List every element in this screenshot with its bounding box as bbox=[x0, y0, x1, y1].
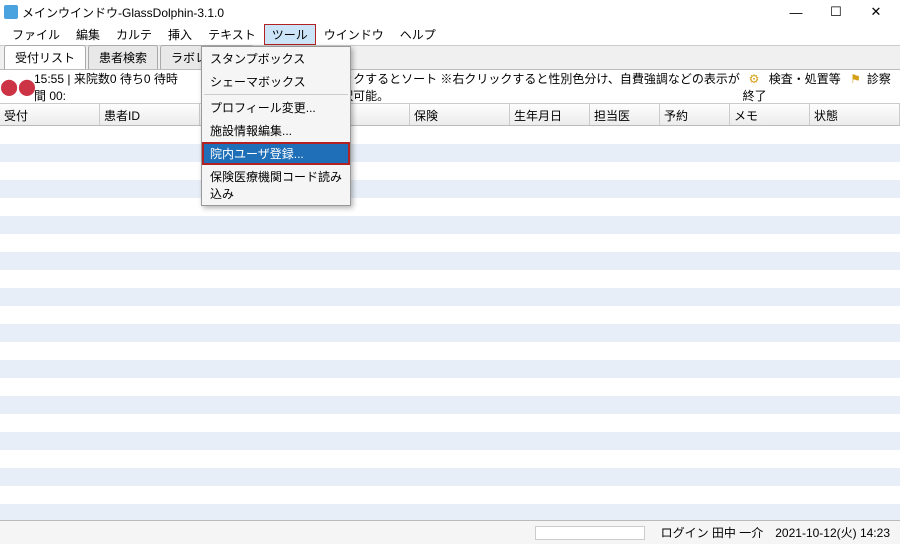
th-insurance[interactable]: 保険 bbox=[410, 104, 510, 125]
table-row[interactable] bbox=[0, 198, 900, 216]
flag-icon: ⚑ bbox=[850, 72, 861, 86]
dd-profile[interactable]: プロフィール変更... bbox=[202, 96, 350, 119]
tab-reception[interactable]: 受付リスト bbox=[4, 45, 86, 69]
table-row[interactable] bbox=[0, 378, 900, 396]
table-row[interactable] bbox=[0, 234, 900, 252]
menu-window[interactable]: ウインドウ bbox=[316, 24, 392, 45]
table-row[interactable] bbox=[0, 126, 900, 144]
table-body bbox=[0, 126, 900, 520]
close-button[interactable]: ✕ bbox=[856, 0, 896, 24]
th-doctor[interactable]: 担当医 bbox=[590, 104, 660, 125]
th-reception[interactable]: 受付 bbox=[0, 104, 100, 125]
dd-stampbox[interactable]: スタンプボックス bbox=[202, 47, 350, 70]
dd-schemabox[interactable]: シェーマボックス bbox=[202, 70, 350, 93]
dd-insurance-code[interactable]: 保険医療機関コード読み込み bbox=[202, 165, 350, 205]
menu-edit[interactable]: 編集 bbox=[68, 24, 108, 45]
minimize-button[interactable]: — bbox=[776, 0, 816, 24]
menu-insert[interactable]: 挿入 bbox=[160, 24, 200, 45]
toolbar: ⬤⬤ 15:55 | 来院数0 待ち0 待時間 00: リックするとソート ※右… bbox=[0, 70, 900, 104]
table-row[interactable] bbox=[0, 486, 900, 504]
th-dob[interactable]: 生年月日 bbox=[510, 104, 590, 125]
gear-icon: ⚙ bbox=[749, 72, 760, 86]
status-login: ログイン 田中 一介 bbox=[661, 524, 764, 541]
table-row[interactable] bbox=[0, 216, 900, 234]
toolbar-actions: ⚙ 検査・処置等 ⚑診察終了 bbox=[743, 70, 894, 104]
menu-help[interactable]: ヘルプ bbox=[392, 24, 444, 45]
tool-dropdown: スタンプボックス シェーマボックス プロフィール変更... 施設情報編集... … bbox=[201, 46, 351, 206]
table-row[interactable] bbox=[0, 144, 900, 162]
th-patient-id[interactable]: 患者ID bbox=[100, 104, 200, 125]
table-row[interactable] bbox=[0, 360, 900, 378]
status-blank bbox=[535, 526, 645, 540]
dd-userreg[interactable]: 院内ユーザ登録... bbox=[202, 142, 350, 165]
maximize-button[interactable]: ☐ bbox=[816, 0, 856, 24]
menu-text[interactable]: テキスト bbox=[200, 24, 264, 45]
table-row[interactable] bbox=[0, 342, 900, 360]
menu-file[interactable]: ファイル bbox=[4, 24, 68, 45]
table-row[interactable] bbox=[0, 504, 900, 520]
table-row[interactable] bbox=[0, 270, 900, 288]
table-row[interactable] bbox=[0, 414, 900, 432]
th-status[interactable]: 状態 bbox=[810, 104, 900, 125]
table-row[interactable] bbox=[0, 324, 900, 342]
app-icon bbox=[4, 5, 18, 19]
menu-karte[interactable]: カルテ bbox=[108, 24, 160, 45]
action-exam[interactable]: 検査・処置等 bbox=[769, 72, 841, 86]
tab-strip: 受付リスト 患者検索 ラボレシーバ bbox=[0, 46, 900, 70]
table-row[interactable] bbox=[0, 288, 900, 306]
th-reservation[interactable]: 予約 bbox=[660, 104, 730, 125]
title-bar: メインウインドウ-GlassDolphin-3.1.0 — ☐ ✕ bbox=[0, 0, 900, 24]
table-header: 受付 患者ID 来院時 保険 生年月日 担当医 予約 メモ 状態 bbox=[0, 104, 900, 126]
menu-bar: ファイル 編集 カルテ 挿入 テキスト ツール ウインドウ ヘルプ bbox=[0, 24, 900, 46]
table-row[interactable] bbox=[0, 252, 900, 270]
table-row[interactable] bbox=[0, 432, 900, 450]
table-row[interactable] bbox=[0, 180, 900, 198]
status-datetime: 2021-10-12(火) 14:23 bbox=[775, 524, 890, 541]
dd-separator bbox=[204, 94, 348, 95]
feet-icon[interactable]: ⬤⬤ bbox=[6, 76, 30, 98]
table-row[interactable] bbox=[0, 396, 900, 414]
table-row[interactable] bbox=[0, 306, 900, 324]
tab-patient-search[interactable]: 患者検索 bbox=[88, 45, 158, 69]
table-row[interactable] bbox=[0, 468, 900, 486]
window-title: メインウインドウ-GlassDolphin-3.1.0 bbox=[22, 4, 776, 21]
table-row[interactable] bbox=[0, 450, 900, 468]
status-bar: ログイン 田中 一介 2021-10-12(火) 14:23 bbox=[0, 520, 900, 544]
table-row[interactable] bbox=[0, 162, 900, 180]
dd-facility[interactable]: 施設情報編集... bbox=[202, 119, 350, 142]
toolbar-hint: リックするとソート ※右クリックすると性別色分け、自費強調などの表示が選択可能。 bbox=[329, 70, 743, 104]
toolbar-status: 15:55 | 来院数0 待ち0 待時間 00: bbox=[34, 70, 189, 104]
th-memo[interactable]: メモ bbox=[730, 104, 810, 125]
menu-tool[interactable]: ツール bbox=[264, 24, 316, 45]
